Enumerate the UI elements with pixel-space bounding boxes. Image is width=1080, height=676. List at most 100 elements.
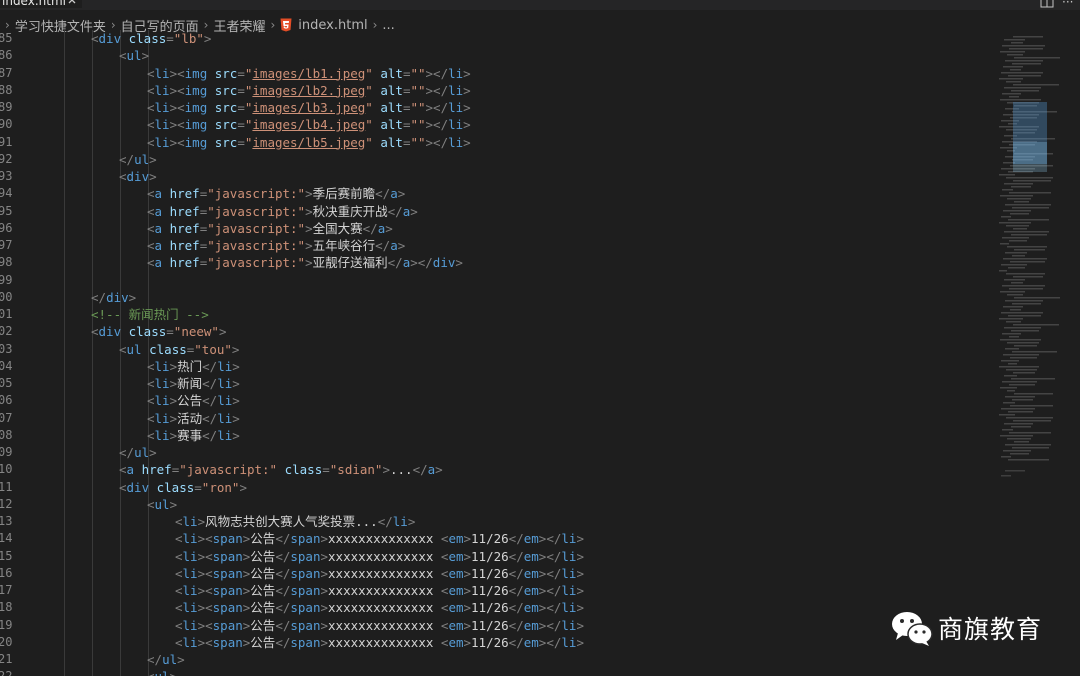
code-token: > <box>320 583 329 598</box>
code-token: > <box>232 410 240 426</box>
line-number: 12 <box>0 496 13 511</box>
watermark-text: 商旗教育 <box>938 615 1043 644</box>
minimap[interactable] <box>995 30 1060 676</box>
code-token: > <box>463 82 471 98</box>
code-token: span <box>290 634 321 650</box>
code-line[interactable]: 89 <li><img src="images/lb3.jpeg" alt="">… <box>0 99 990 116</box>
code-token: < <box>119 169 127 184</box>
code-token: > <box>305 255 313 271</box>
code-line[interactable]: 02 <div class="neew"> <box>0 323 990 340</box>
code-line[interactable]: 12 <ul> <box>0 496 990 513</box>
code-token: > <box>435 462 443 478</box>
code-token: li <box>154 117 170 133</box>
code-line[interactable]: 17 <li><span>公告</span>xxxxxxxxxxxxxx <em>… <box>0 582 990 599</box>
code-line[interactable]: 22 <ul> <box>0 668 990 676</box>
code-token: < <box>175 531 183 547</box>
code-token: >< <box>197 583 213 598</box>
code-line[interactable]: 97 <a href="javascript:">五年峡谷行</a> <box>0 237 990 254</box>
code-editor: index.html ··· › 学习快捷文件夹 › 自己写的页面 › 王者荣耀… <box>0 0 1080 676</box>
code-token: em <box>523 600 539 616</box>
code-token: 秋决重庆开战 <box>312 203 388 219</box>
code-line[interactable]: 88 <li><img src="images/lb2.jpeg" alt="">… <box>0 82 990 99</box>
code-token: < <box>147 376 155 391</box>
code-line[interactable]: 06 <li>公告</li> <box>0 392 990 409</box>
code-text: <li><img src="images/lb5.jpeg" alt=""></… <box>147 134 471 151</box>
line-number: 19 <box>0 617 13 632</box>
close-icon[interactable] <box>66 0 78 6</box>
code-line[interactable]: 09 </ul> <box>0 444 990 461</box>
code-line[interactable]: 94 <a href="javascript:">季后赛前瞻</a> <box>0 185 990 202</box>
line-number: 88 <box>0 82 13 97</box>
code-line[interactable]: 87 <li><img src="images/lb1.jpeg" alt="">… <box>0 65 990 82</box>
code-line[interactable]: 85 <div class="lb"> <box>0 30 990 47</box>
code-token: li <box>217 376 233 391</box>
code-line[interactable]: 19 <li><span>公告</span>xxxxxxxxxxxxxx <em>… <box>0 617 990 634</box>
code-token: > <box>320 565 329 581</box>
code-line[interactable]: 93 <div> <box>0 168 990 185</box>
code-line[interactable]: 16 <li><span>公告</span>xxxxxxxxxxxxxx <em>… <box>0 565 990 582</box>
code-token: em <box>523 548 539 564</box>
code-line[interactable]: 00 </div> <box>0 289 990 306</box>
code-token: alt <box>372 117 403 133</box>
code-token: a <box>154 238 163 253</box>
tab-index-html[interactable]: index.html <box>0 0 82 8</box>
code-line[interactable]: 91 <li><img src="images/lb5.jpeg" alt="">… <box>0 134 990 151</box>
code-token: </ <box>508 634 524 650</box>
code-token: li <box>448 117 464 133</box>
code-line[interactable]: 14 <li><span>公告</span>xxxxxxxxxxxxxx <em>… <box>0 530 990 547</box>
code-token: "tou" <box>194 341 232 357</box>
code-line[interactable]: 01 <!-- 新闻热门 --> <box>0 306 990 323</box>
line-number: 95 <box>0 203 13 218</box>
code-line[interactable]: 99 <box>0 272 990 289</box>
code-token: <!-- 新闻热门 --> <box>91 307 209 322</box>
code-line[interactable]: 92 </ul> <box>0 151 990 168</box>
code-token: alt <box>372 100 403 115</box>
code-token: alt <box>372 134 403 150</box>
more-actions-icon[interactable]: ··· <box>1062 0 1076 8</box>
code-line[interactable]: 96 <a href="javascript:">全国大赛</a> <box>0 220 990 237</box>
code-line[interactable]: 11 <div class="ron"> <box>0 479 990 496</box>
code-token: >< <box>197 617 213 633</box>
code-line[interactable]: 04 <li>热门</li> <box>0 358 990 375</box>
wechat-logo-icon <box>892 612 933 646</box>
code-token: span <box>212 583 243 598</box>
line-number: 94 <box>0 186 13 201</box>
code-line[interactable]: 13 <li>风物志共创大赛人气奖投票...</li> <box>0 513 990 530</box>
code-line[interactable]: 20 <li><span>公告</span>xxxxxxxxxxxxxx <em>… <box>0 634 990 651</box>
code-line[interactable]: 18 <li><span>公告</span>xxxxxxxxxxxxxx <em>… <box>0 599 990 616</box>
code-text: <a href="javascript:">五年峡谷行</a> <box>147 237 405 254</box>
code-line[interactable]: 07 <li>活动</li> <box>0 410 990 427</box>
line-number: 15 <box>0 548 13 563</box>
code-text: <a href="javascript:">季后赛前瞻</a> <box>147 185 405 202</box>
split-editor-icon[interactable] <box>1040 0 1054 8</box>
code-line[interactable]: 08 <li>赛事</li> <box>0 427 990 444</box>
code-token: </ <box>275 583 291 598</box>
code-text: <ul class="tou"> <box>119 341 239 358</box>
vertical-scrollbar[interactable] <box>1066 36 1080 676</box>
code-token: </ <box>508 583 524 598</box>
code-line[interactable]: 03 <ul class="tou"> <box>0 341 990 358</box>
code-token: > <box>232 393 240 409</box>
code-token: </ <box>508 548 524 564</box>
code-line[interactable]: 05 <li>新闻</li> <box>0 375 990 392</box>
code-line[interactable]: 98 <a href="javascript:">亚靓仔送福利</a></div> <box>0 254 990 271</box>
code-token: li <box>561 634 577 650</box>
code-token: > <box>218 324 227 340</box>
code-line[interactable]: 15 <li><span>公告</span>xxxxxxxxxxxxxx <em>… <box>0 548 990 565</box>
code-line[interactable]: 21 </ul> <box>0 651 990 668</box>
line-number: 10 <box>0 462 13 477</box>
code-token: alt <box>372 65 403 81</box>
code-token: href <box>162 255 200 271</box>
code-token: li <box>182 565 198 581</box>
code-token: li <box>561 531 577 547</box>
code-area[interactable]: 85 <div class="lb"> 86 <ul> 87 <li><img src="… <box>0 30 990 676</box>
code-token: < <box>119 462 127 478</box>
code-token: < <box>175 565 183 581</box>
code-token: < <box>147 669 155 676</box>
code-line[interactable]: 95 <a href="javascript:">秋决重庆开战</a> <box>0 203 990 220</box>
code-line[interactable]: 86 <ul> <box>0 47 990 64</box>
code-line[interactable]: 90 <li><img src="images/lb4.jpeg" alt="">… <box>0 116 990 133</box>
code-text: </ul> <box>147 651 185 668</box>
code-token: li <box>154 65 170 81</box>
code-line[interactable]: 10 <a href="javascript:" class="sdian">..… <box>0 461 990 478</box>
